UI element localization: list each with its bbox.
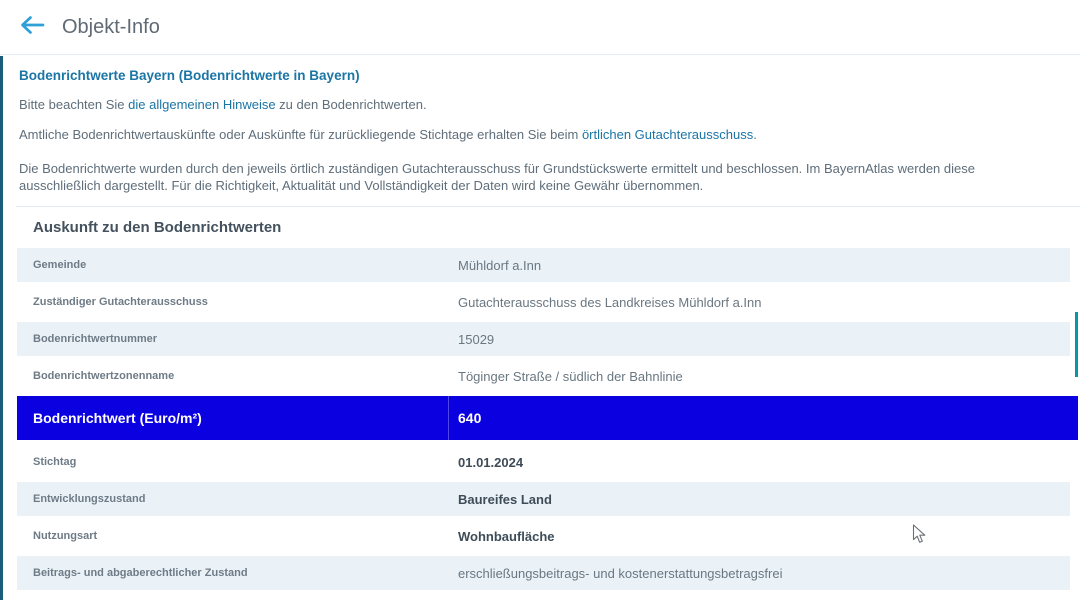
hint-text-end: zu den Bodenrichtwerten. xyxy=(276,97,427,112)
row-value: 01.01.2024 xyxy=(458,455,1070,470)
row-label: Stichtag xyxy=(33,456,458,468)
row-label: Bodenrichtwertzonenname xyxy=(33,370,458,382)
hint-text: Bitte beachten Sie xyxy=(19,97,128,112)
row-label: Bodenrichtwertnummer xyxy=(33,333,458,345)
table-heading: Auskunft zu den Bodenrichtwerten xyxy=(33,219,1080,236)
row-value: Mühldorf a.Inn xyxy=(458,258,1070,273)
table-row: Nutzungsart Wohnbaufläche xyxy=(17,519,1070,553)
back-arrow-icon xyxy=(19,14,45,41)
page-title: Objekt-Info xyxy=(62,16,160,39)
row-value: 15029 xyxy=(458,332,1070,347)
official-info-text: Amtliche Bodenrichtwertauskünfte oder Au… xyxy=(19,127,582,142)
objekt-info-panel: Objekt-Info Bodenrichtwerte Bayern (Bode… xyxy=(0,0,1080,600)
header-bar: Objekt-Info xyxy=(0,0,1080,55)
table-row: Gemeinde Mühldorf a.Inn xyxy=(17,248,1070,282)
scrollbar-thumb[interactable] xyxy=(1075,312,1078,377)
official-info-paragraph: Amtliche Bodenrichtwertauskünfte oder Au… xyxy=(19,126,1052,143)
table-row: Beitrags- und abgaberechtlicher Zustand … xyxy=(17,556,1070,590)
table-row: Entwicklungszustand Baureifes Land xyxy=(17,482,1070,516)
attribute-table: Gemeinde Mühldorf a.Inn Zuständiger Guta… xyxy=(17,248,1080,590)
hint-paragraph: Bitte beachten Sie die allgemeinen Hinwe… xyxy=(19,96,1052,113)
gutachterausschuss-link[interactable]: örtlichen Gutachterausschuss xyxy=(582,127,753,142)
row-label: Gemeinde xyxy=(33,259,458,271)
row-value: Wohnbaufläche xyxy=(458,529,1070,544)
general-hints-link[interactable]: die allgemeinen Hinweise xyxy=(128,97,275,112)
section-divider xyxy=(16,206,1080,207)
layer-title: Bodenrichtwerte Bayern (Bodenrichtwerte … xyxy=(19,68,1052,83)
row-value: 640 xyxy=(458,410,1078,426)
row-value: Baureifes Land xyxy=(458,492,1070,507)
official-info-text-end: . xyxy=(753,127,757,142)
table-row: Bodenrichtwert (Euro/m²) 640 xyxy=(17,396,1078,440)
row-label: Entwicklungszustand xyxy=(33,493,458,505)
row-label: Nutzungsart xyxy=(33,530,458,542)
intro-section: Bodenrichtwerte Bayern (Bodenrichtwerte … xyxy=(16,68,1080,194)
row-value: Töginger Straße / südlich der Bahnlinie xyxy=(458,369,1070,384)
back-button[interactable] xyxy=(18,15,46,39)
row-label: Bodenrichtwert (Euro/m²) xyxy=(33,410,458,426)
disclaimer-paragraph: Die Bodenrichtwerte wurden durch den jew… xyxy=(19,160,1052,194)
table-row: Zuständiger Gutachterausschuss Gutachter… xyxy=(17,285,1070,319)
table-row: Bodenrichtwertnummer 15029 xyxy=(17,322,1070,356)
row-label: Zuständiger Gutachterausschuss xyxy=(33,296,458,308)
row-label: Beitrags- und abgaberechtlicher Zustand xyxy=(33,567,458,579)
content-panel: Bodenrichtwerte Bayern (Bodenrichtwerte … xyxy=(0,56,1080,600)
row-value: Gutachterausschuss des Landkreises Mühld… xyxy=(458,295,1070,310)
table-row: Stichtag 01.01.2024 xyxy=(17,445,1070,479)
row-value: erschließungsbeitrags- und kostenerstatt… xyxy=(458,566,1070,581)
table-row: Bodenrichtwertzonenname Töginger Straße … xyxy=(17,359,1070,393)
